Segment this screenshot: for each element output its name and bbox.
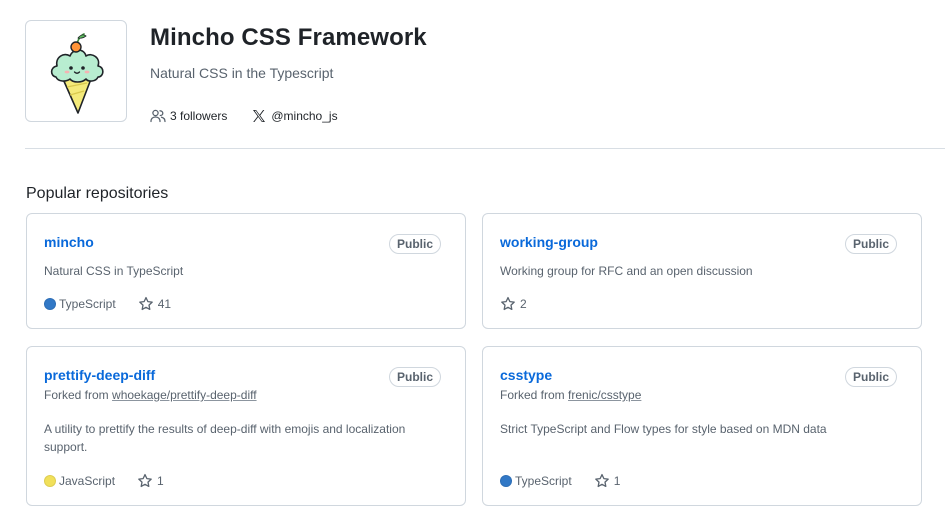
twitter-link[interactable]: @mincho_js — [251, 108, 338, 124]
repo-description: A utility to prettify the results of dee… — [44, 422, 406, 454]
language-label: JavaScript — [59, 474, 116, 488]
star-icon — [138, 473, 152, 488]
section-title: Popular repositories — [26, 185, 169, 202]
header-divider — [25, 148, 945, 149]
star-icon — [594, 473, 609, 488]
repo-footer: JavaScript 1 — [44, 473, 164, 489]
twitter-handle: @mincho_js — [271, 109, 338, 123]
fork-info: Forked from frenic/csstype — [500, 388, 641, 402]
language-label: TypeScript — [515, 474, 572, 488]
repo-description: Working group for RFC and an open discus… — [500, 264, 753, 278]
repo-footer: TypeScript 41 — [44, 296, 171, 312]
org-meta: 3 followers @mincho_js — [150, 108, 362, 124]
stars-link[interactable]: 41 — [138, 296, 171, 312]
star-icon — [501, 296, 515, 311]
repo-language: JavaScript — [44, 474, 115, 488]
fork-source-link[interactable]: whoekage/prettify-deep-diff — [112, 388, 257, 402]
language-color-dot — [44, 475, 56, 487]
org-description: Natural CSS in the Typescript — [150, 65, 334, 81]
org-name: Mincho CSS Framework — [150, 24, 427, 51]
visibility-badge: Public — [844, 234, 897, 254]
fork-prefix: Forked from — [500, 388, 565, 402]
ice-cream-mascot-icon — [50, 33, 104, 114]
repo-language: TypeScript — [44, 297, 116, 311]
stars-link[interactable]: 1 — [594, 473, 621, 489]
language-label: TypeScript — [59, 297, 116, 311]
stars-link[interactable]: 2 — [500, 296, 527, 312]
repo-name-link[interactable]: working-group — [500, 234, 598, 250]
repo-card-mincho: mincho Public Natural CSS in TypeScript … — [26, 213, 466, 329]
repo-card-prettify-deep-diff: prettify-deep-diff Public Forked from wh… — [26, 346, 466, 506]
repo-footer: 2 — [500, 296, 527, 312]
repo-name-link[interactable]: prettify-deep-diff — [44, 367, 155, 383]
org-header: Mincho CSS Framework Natural CSS in the … — [25, 20, 945, 130]
repo-language: TypeScript — [500, 474, 572, 488]
repo-footer: TypeScript 1 — [500, 473, 620, 489]
fork-info: Forked from whoekage/prettify-deep-diff — [44, 388, 257, 402]
visibility-badge: Public — [388, 234, 441, 254]
visibility-badge: Public — [844, 367, 897, 387]
stars-count: 1 — [613, 474, 621, 488]
followers-label: 3 followers — [170, 109, 228, 123]
fork-prefix: Forked from — [44, 388, 109, 402]
language-color-dot — [500, 475, 512, 487]
people-icon — [150, 109, 166, 123]
org-avatar[interactable] — [25, 20, 127, 122]
followers-link[interactable]: 3 followers — [150, 108, 227, 124]
star-icon — [138, 296, 153, 311]
stars-count: 2 — [520, 297, 527, 311]
stars-count: 1 — [157, 474, 164, 488]
repo-name-link[interactable]: csstype — [500, 367, 552, 383]
stars-count: 41 — [157, 297, 172, 311]
visibility-badge: Public — [388, 367, 441, 387]
repo-description: Natural CSS in TypeScript — [44, 264, 184, 278]
fork-source-link[interactable]: frenic/csstype — [568, 388, 641, 402]
repo-card-csstype: csstype Public Forked from frenic/csstyp… — [482, 346, 922, 506]
language-color-dot — [44, 298, 56, 310]
x-logo-icon — [253, 110, 266, 122]
stars-link[interactable]: 1 — [137, 473, 164, 489]
repo-description: Strict TypeScript and Flow types for sty… — [500, 422, 827, 436]
repo-name-link[interactable]: mincho — [44, 234, 94, 250]
repo-card-working-group: working-group Public Working group for R… — [482, 213, 922, 329]
